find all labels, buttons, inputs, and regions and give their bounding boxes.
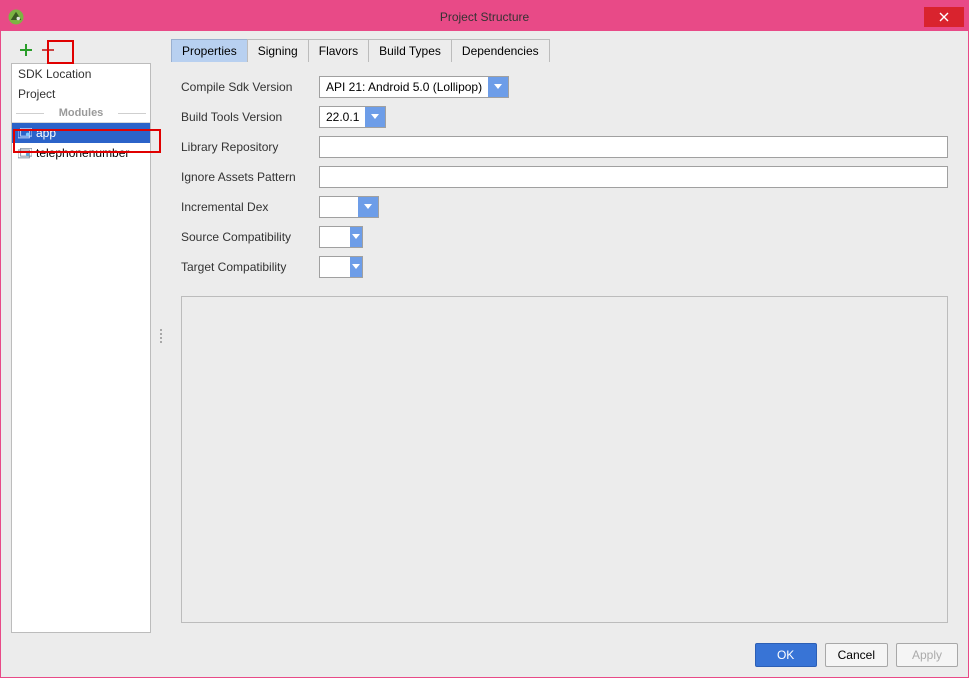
compile-sdk-value: API 21: Android 5.0 (Lollipop) (320, 80, 488, 94)
content-row: SDK Location Project Modules app (11, 39, 958, 633)
label-library-repo: Library Repository (181, 140, 311, 154)
chevron-down-icon (358, 197, 378, 217)
tab-flavors[interactable]: Flavors (308, 39, 369, 62)
label-compile-sdk: Compile Sdk Version (181, 80, 311, 94)
properties-panel: Compile Sdk Version API 21: Android 5.0 … (171, 62, 958, 633)
row-build-tools: Build Tools Version 22.0.1 (181, 106, 948, 128)
row-target-compat: Target Compatibility (181, 256, 948, 278)
chevron-down-icon (350, 227, 362, 247)
ok-button[interactable]: OK (755, 643, 817, 667)
label-ignore-assets: Ignore Assets Pattern (181, 170, 311, 184)
cancel-button[interactable]: Cancel (825, 643, 888, 667)
row-ignore-assets: Ignore Assets Pattern (181, 166, 948, 188)
window-title: Project Structure (440, 10, 529, 24)
left-panel: SDK Location Project Modules app (11, 39, 151, 633)
compile-sdk-combo[interactable]: API 21: Android 5.0 (Lollipop) (319, 76, 509, 98)
sidebar-item-project[interactable]: Project (12, 84, 150, 104)
module-item-app[interactable]: app (12, 123, 150, 143)
module-icon (18, 148, 32, 159)
minus-icon (41, 43, 55, 57)
module-icon (18, 128, 32, 139)
add-module-button[interactable] (15, 39, 37, 61)
tab-signing[interactable]: Signing (247, 39, 309, 62)
row-library-repo: Library Repository (181, 136, 948, 158)
dialog-body: SDK Location Project Modules app (1, 31, 968, 677)
chevron-down-icon (488, 77, 508, 97)
ignore-assets-input[interactable] (319, 166, 948, 188)
label-target-compat: Target Compatibility (181, 260, 311, 274)
build-tools-combo[interactable]: 22.0.1 (319, 106, 386, 128)
module-item-telephonenumber[interactable]: telephonenumber (12, 143, 150, 163)
label-build-tools: Build Tools Version (181, 110, 311, 124)
module-toolbar (11, 39, 151, 61)
library-repo-input[interactable] (319, 136, 948, 158)
button-row: OK Cancel Apply (11, 633, 958, 667)
sidebar-item-sdk-location[interactable]: SDK Location (12, 64, 150, 84)
module-label: app (36, 126, 56, 140)
plus-icon (19, 43, 33, 57)
close-icon (939, 12, 949, 22)
sidebar-section-modules: Modules (12, 104, 150, 123)
row-compile-sdk: Compile Sdk Version API 21: Android 5.0 … (181, 76, 948, 98)
build-tools-value: 22.0.1 (320, 110, 365, 124)
target-compat-combo[interactable] (319, 256, 363, 278)
row-source-compat: Source Compatibility (181, 226, 948, 248)
tabs: Properties Signing Flavors Build Types D… (171, 39, 958, 62)
apply-button[interactable]: Apply (896, 643, 958, 667)
row-incremental-dex: Incremental Dex (181, 196, 948, 218)
sidebar-list: SDK Location Project Modules app (11, 63, 151, 633)
right-panel: Properties Signing Flavors Build Types D… (171, 39, 958, 633)
chevron-down-icon (365, 107, 385, 127)
chevron-down-icon (350, 257, 362, 277)
dialog-window: Project Structure SDK Location Project (0, 0, 969, 678)
label-incremental-dex: Incremental Dex (181, 200, 311, 214)
tab-properties[interactable]: Properties (171, 39, 248, 62)
tab-dependencies[interactable]: Dependencies (451, 39, 550, 62)
source-compat-combo[interactable] (319, 226, 363, 248)
label-source-compat: Source Compatibility (181, 230, 311, 244)
module-label: telephonenumber (36, 146, 129, 160)
incremental-dex-combo[interactable] (319, 196, 379, 218)
tab-build-types[interactable]: Build Types (368, 39, 452, 62)
remove-module-button[interactable] (37, 39, 59, 61)
splitter-handle-icon (160, 329, 162, 343)
titlebar: Project Structure (1, 3, 968, 31)
app-icon (7, 8, 25, 26)
splitter[interactable] (159, 39, 163, 633)
lower-pane (181, 296, 948, 623)
close-button[interactable] (924, 7, 964, 27)
